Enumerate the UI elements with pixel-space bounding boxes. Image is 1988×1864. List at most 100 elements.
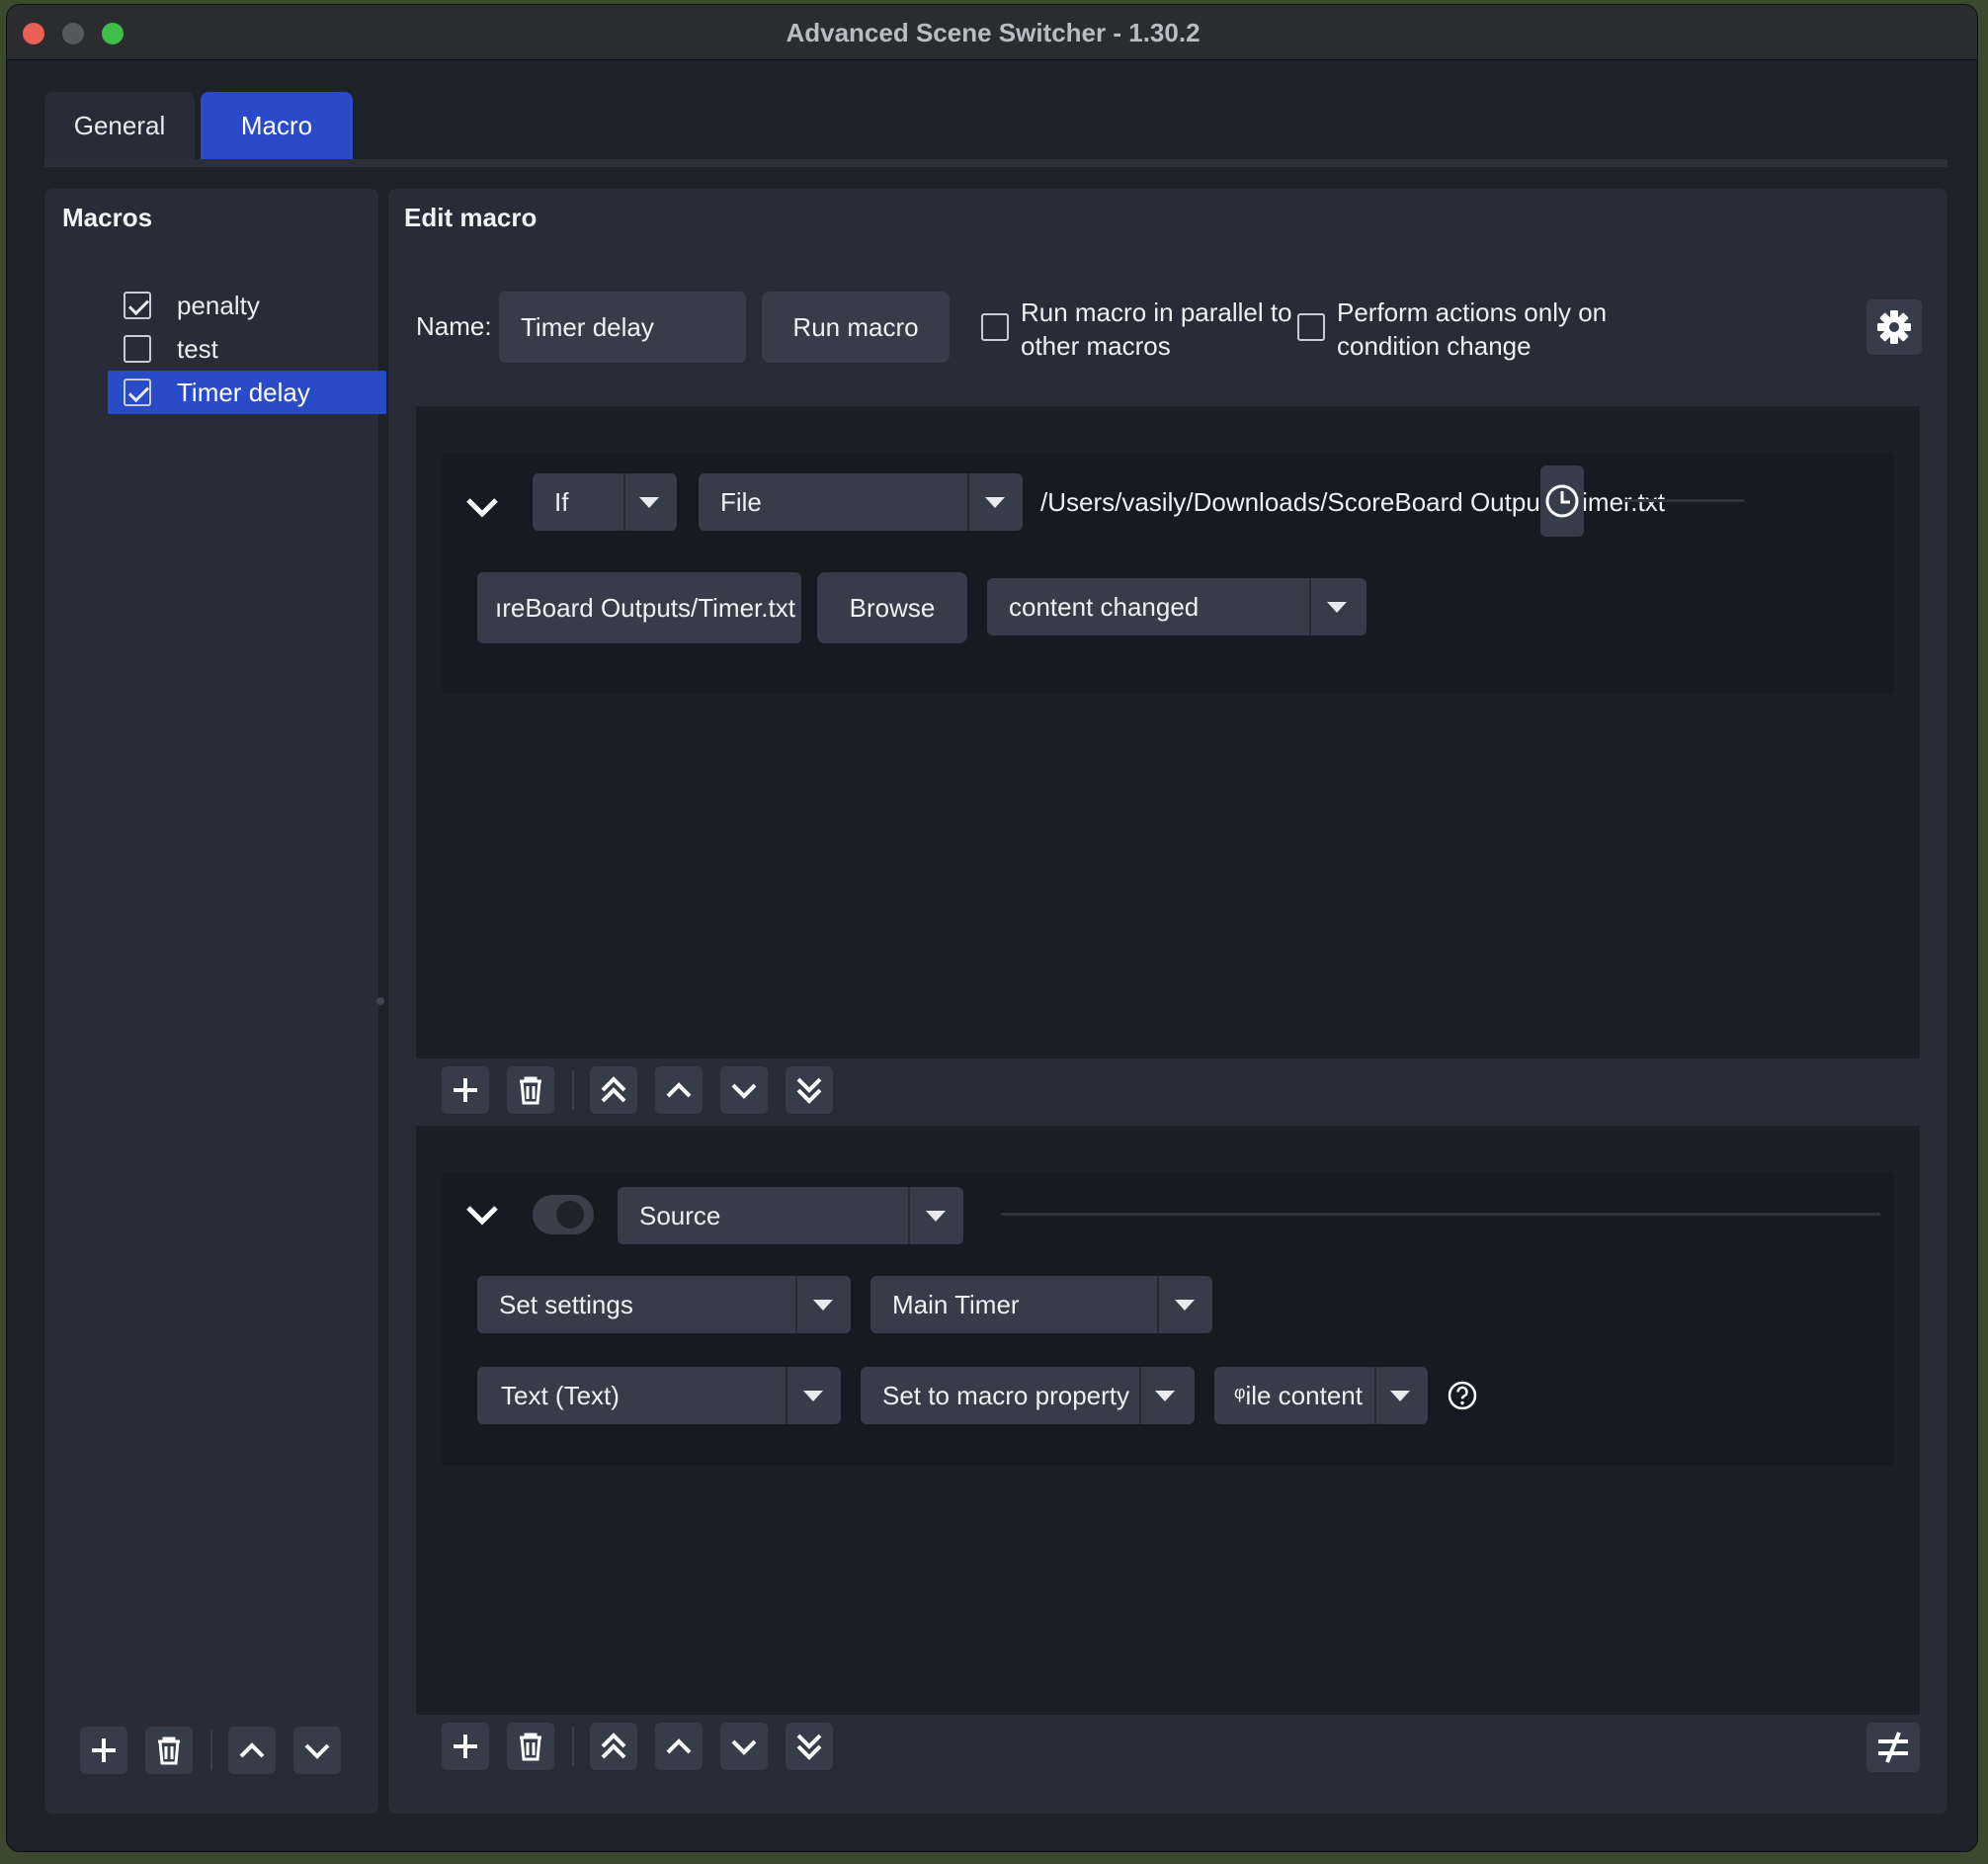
toolbar-separator xyxy=(572,1727,574,1766)
macros-panel: Macros penalty test Timer delay xyxy=(44,189,386,1814)
file-path-input[interactable]: ıreBoard Outputs/Timer.txt xyxy=(477,572,801,643)
double-chevron-up-icon xyxy=(601,1076,626,1103)
condition-change-label-2: condition change xyxy=(1337,331,1532,361)
move-condition-top-button[interactable] xyxy=(590,1066,637,1114)
double-chevron-down-icon xyxy=(796,1734,822,1760)
tab-macro[interactable]: Macro xyxy=(201,92,353,159)
dropdown-arrow-icon xyxy=(1155,1391,1175,1401)
run-macro-button[interactable]: Run macro xyxy=(762,292,950,363)
value-mode-select[interactable]: Set to macro property xyxy=(861,1367,1195,1424)
source-action-select[interactable]: Set settings xyxy=(477,1276,851,1333)
file-check-type-select[interactable]: content changed xyxy=(987,578,1367,635)
move-macro-up-button[interactable] xyxy=(228,1727,276,1774)
move-macro-down-button[interactable] xyxy=(293,1727,341,1774)
action-card: Source Set settings Main Timer Text (Tex… xyxy=(442,1171,1894,1466)
move-action-down-button[interactable] xyxy=(720,1723,768,1770)
chevron-up-icon xyxy=(666,1082,692,1098)
toolbar-separator xyxy=(210,1731,212,1770)
add-condition-button[interactable] xyxy=(442,1066,489,1114)
trash-icon xyxy=(520,1076,541,1105)
chevron-up-icon xyxy=(666,1738,692,1754)
action-type-select[interactable]: Source xyxy=(618,1187,963,1244)
edit-macro-title: Edit macro xyxy=(404,203,538,232)
macro-enable-checkbox[interactable] xyxy=(124,379,151,406)
macro-item-test[interactable]: test xyxy=(108,327,386,371)
collapse-chevron-icon[interactable] xyxy=(461,1195,503,1236)
move-action-top-button[interactable] xyxy=(590,1723,637,1770)
macro-item-label: penalty xyxy=(177,291,260,320)
source-name-select[interactable]: Main Timer xyxy=(870,1276,1212,1333)
condition-type-select[interactable]: File xyxy=(699,473,1023,531)
move-condition-down-button[interactable] xyxy=(720,1066,768,1114)
add-macro-button[interactable] xyxy=(80,1727,127,1774)
header-divider xyxy=(1623,499,1744,502)
condition-change-label-1: Perform actions only on xyxy=(1337,297,1608,327)
setting-select[interactable]: Text (Text) xyxy=(477,1367,841,1424)
add-action-button[interactable] xyxy=(442,1723,489,1770)
macro-property-select[interactable]: ᵠile content xyxy=(1214,1367,1428,1424)
macro-item-timer-delay[interactable]: Timer delay xyxy=(108,371,386,414)
remove-condition-button[interactable] xyxy=(507,1066,554,1114)
toolbar-separator xyxy=(572,1070,574,1110)
dropdown-arrow-icon xyxy=(1390,1391,1410,1401)
remove-macro-button[interactable] xyxy=(145,1727,193,1774)
run-parallel-checkbox[interactable] xyxy=(981,313,1009,341)
double-chevron-down-icon xyxy=(796,1077,822,1104)
not-equal-icon xyxy=(1878,1732,1908,1763)
trash-icon xyxy=(520,1733,541,1761)
condition-change-checkbox[interactable] xyxy=(1297,313,1325,341)
plus-icon xyxy=(454,1078,477,1102)
move-condition-up-button[interactable] xyxy=(655,1066,703,1114)
macro-settings-button[interactable] xyxy=(1866,299,1922,355)
dropdown-arrow-icon xyxy=(1175,1300,1195,1311)
edit-macro-panel: Edit macro Name: Timer delay Run macro R… xyxy=(388,189,1947,1814)
condition-card: If File /Users/vasily/Downloads/ScoreBoa… xyxy=(442,452,1894,695)
conditions-area: If File /Users/vasily/Downloads/ScoreBoa… xyxy=(416,406,1920,1059)
tab-general[interactable]: General xyxy=(44,92,195,159)
toggle-else-actions-button[interactable] xyxy=(1866,1723,1920,1772)
chevron-down-icon xyxy=(731,1083,757,1099)
clock-icon xyxy=(1545,484,1579,518)
run-parallel-label-1: Run macro in parallel to xyxy=(1021,297,1292,327)
actions-area: Source Set settings Main Timer Text (Tex… xyxy=(416,1126,1920,1715)
browse-button[interactable]: Browse xyxy=(817,572,967,643)
action-enable-toggle[interactable] xyxy=(533,1195,594,1234)
macros-title: Macros xyxy=(62,203,153,232)
title-bar: Advanced Scene Switcher - 1.30.2 xyxy=(7,5,1977,60)
double-chevron-up-icon xyxy=(601,1733,626,1759)
move-condition-bottom-button[interactable] xyxy=(786,1066,833,1114)
run-parallel-label-2: other macros xyxy=(1021,331,1171,361)
header-divider xyxy=(1001,1213,1880,1216)
chevron-down-icon xyxy=(304,1743,330,1759)
macro-enable-checkbox[interactable] xyxy=(124,335,151,363)
tab-bar-underline xyxy=(44,159,1947,167)
macro-name-input[interactable]: Timer delay xyxy=(499,292,746,363)
macro-item-label: test xyxy=(177,334,218,364)
chevron-up-icon xyxy=(239,1742,265,1758)
condition-logic-select[interactable]: If xyxy=(533,473,677,531)
duration-toggle-button[interactable] xyxy=(1540,466,1584,537)
dropdown-arrow-icon xyxy=(926,1211,946,1222)
toggle-knob xyxy=(556,1201,584,1229)
dropdown-arrow-icon xyxy=(1327,602,1347,613)
chevron-down-icon xyxy=(731,1739,757,1755)
move-action-up-button[interactable] xyxy=(655,1723,703,1770)
move-action-bottom-button[interactable] xyxy=(786,1723,833,1770)
macro-enable-checkbox[interactable] xyxy=(124,292,151,319)
macro-item-penalty[interactable]: penalty xyxy=(108,284,386,327)
plus-icon xyxy=(454,1735,477,1758)
collapse-chevron-icon[interactable] xyxy=(461,487,503,529)
dropdown-arrow-icon xyxy=(639,497,659,508)
remove-action-button[interactable] xyxy=(507,1723,554,1770)
dropdown-arrow-icon xyxy=(803,1391,823,1401)
help-icon[interactable] xyxy=(1446,1379,1479,1412)
name-label: Name: xyxy=(416,311,492,341)
gear-icon xyxy=(1877,310,1911,344)
macro-item-label: Timer delay xyxy=(177,378,310,407)
plus-icon xyxy=(92,1738,116,1762)
splitter-handle[interactable] xyxy=(376,997,384,1005)
trash-icon xyxy=(158,1737,180,1765)
dropdown-arrow-icon xyxy=(813,1300,833,1311)
dropdown-arrow-icon xyxy=(985,497,1005,508)
window-title: Advanced Scene Switcher - 1.30.2 xyxy=(786,18,1201,47)
